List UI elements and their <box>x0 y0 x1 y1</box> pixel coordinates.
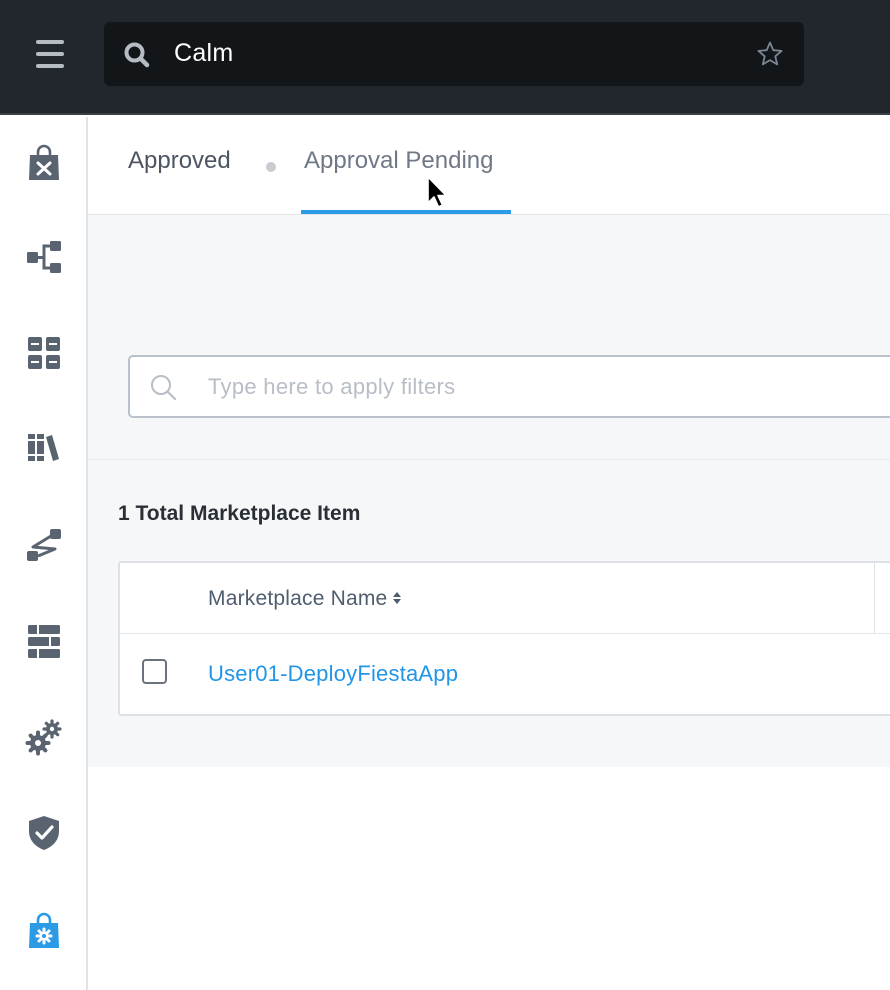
tab-approved[interactable]: Approved <box>128 147 231 175</box>
app-name: Calm <box>174 39 234 67</box>
star-icon[interactable] <box>756 40 784 68</box>
applications-grid-icon <box>28 337 60 369</box>
sidebar-item-library[interactable] <box>0 409 88 485</box>
marketplace-manager-bag-gear-icon <box>29 912 59 948</box>
column-header-label: Marketplace Name <box>208 587 388 610</box>
library-books-icon <box>28 434 59 461</box>
column-header-marketplace-name[interactable]: Marketplace Name <box>208 587 403 611</box>
search-icon <box>151 375 177 401</box>
blueprint-tree-icon <box>27 241 61 273</box>
sidebar-item-settings[interactable] <box>0 699 88 775</box>
hamburger-menu-icon[interactable] <box>32 37 68 71</box>
left-sidebar <box>0 117 88 990</box>
global-search-bar[interactable]: Calm <box>104 22 804 86</box>
tab-separator-dot <box>266 162 276 172</box>
column-separator <box>874 563 875 633</box>
row-separator <box>120 633 890 634</box>
active-tab-indicator <box>301 210 511 214</box>
runbooks-path-icon <box>27 529 61 561</box>
marketplace-bag-x-icon <box>29 144 59 180</box>
endpoints-server-icon <box>28 625 60 658</box>
sidebar-item-blueprints[interactable] <box>0 219 88 295</box>
marketplace-items-table: Marketplace Name User01-DeployFiestaApp <box>118 561 890 716</box>
settings-gears-icon <box>25 719 62 756</box>
policies-shield-icon <box>29 816 59 850</box>
filter-search-box[interactable] <box>128 355 890 418</box>
sidebar-item-applications[interactable] <box>0 315 88 391</box>
sort-icon <box>393 592 402 604</box>
marketplace-item-link[interactable]: User01-DeployFiestaApp <box>208 661 458 687</box>
divider <box>88 459 890 460</box>
tab-approval-pending[interactable]: Approval Pending <box>304 147 493 175</box>
tab-bar: Approved Approval Pending <box>88 117 890 215</box>
sidebar-item-marketplace[interactable] <box>0 125 88 201</box>
sidebar-item-endpoints[interactable] <box>0 603 88 679</box>
total-items-label: 1 Total Marketplace Item <box>118 502 361 525</box>
sidebar-item-marketplace-manager[interactable] <box>0 893 88 969</box>
top-bar: Calm <box>0 0 890 115</box>
sidebar-item-runbooks[interactable] <box>0 507 88 583</box>
sidebar-item-policies[interactable] <box>0 795 88 871</box>
filter-input[interactable] <box>208 370 808 404</box>
row-checkbox[interactable] <box>142 659 167 684</box>
search-icon <box>124 42 150 68</box>
main-content: 1 Total Marketplace Item Marketplace Nam… <box>88 215 890 767</box>
